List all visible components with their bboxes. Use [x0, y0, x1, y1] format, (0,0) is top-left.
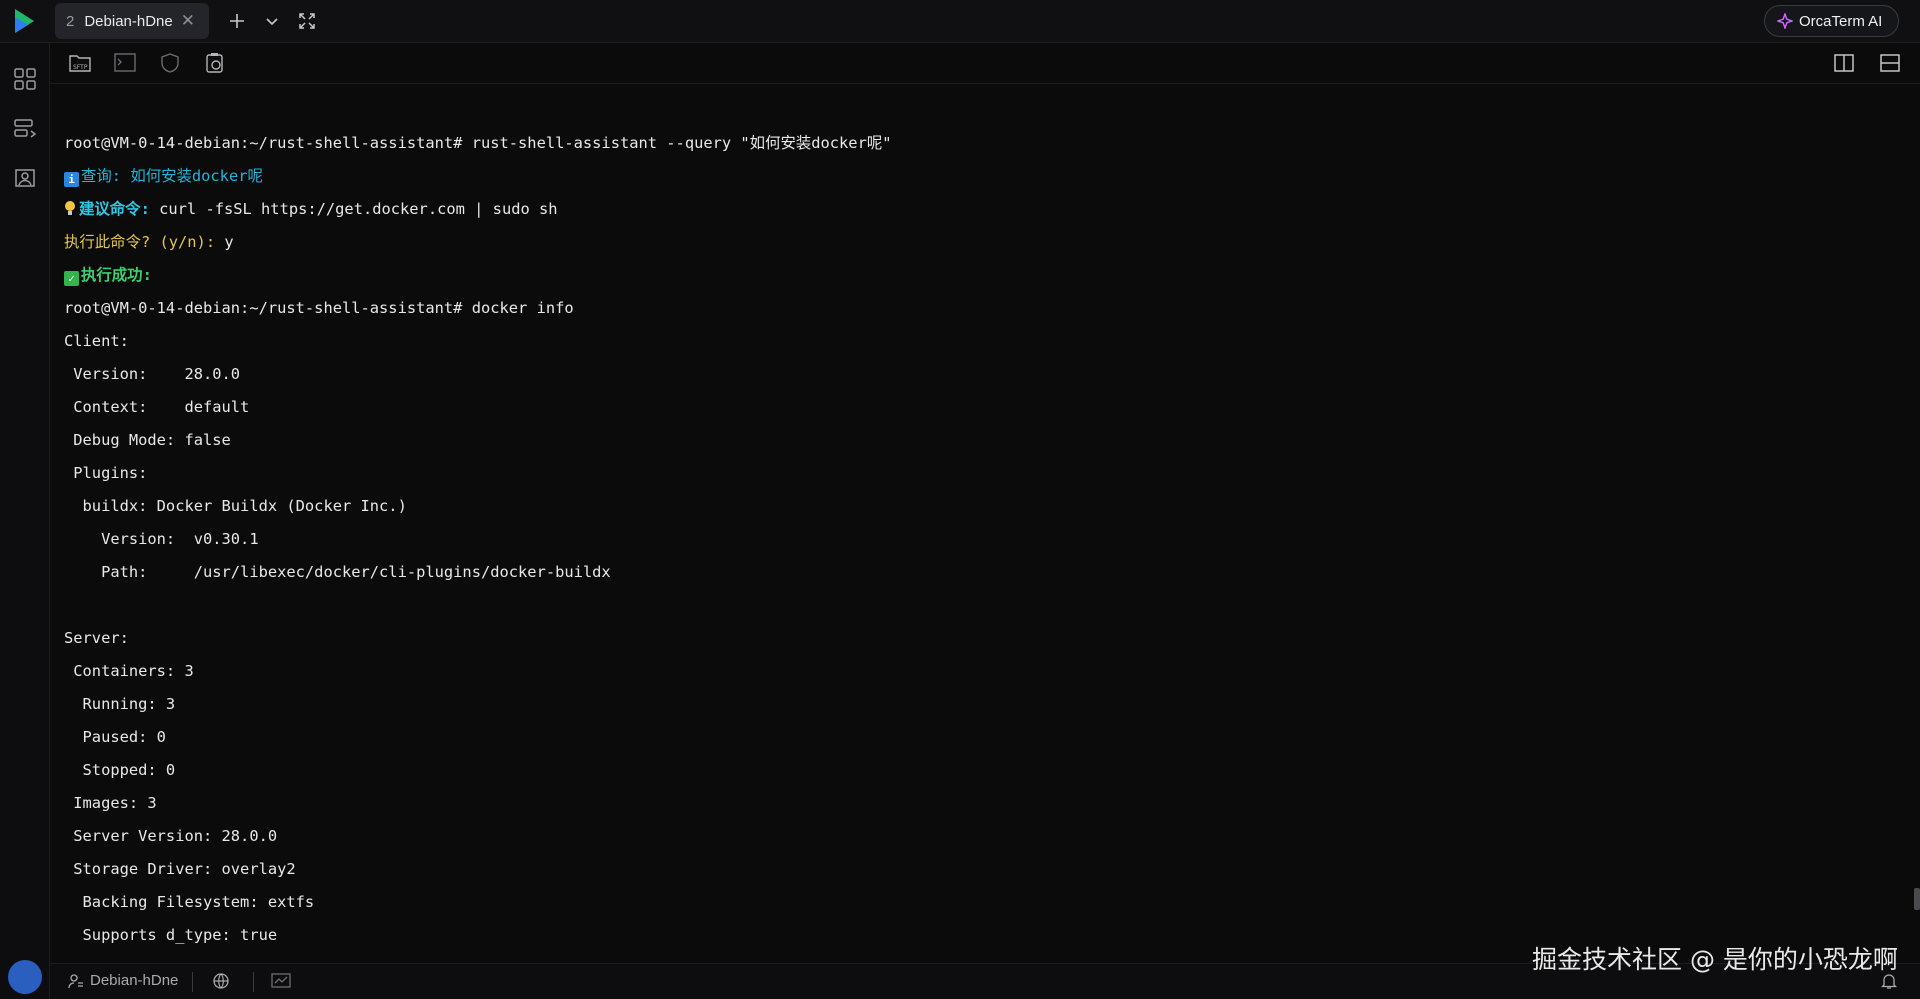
host-icon	[68, 973, 83, 988]
terminal-line: Backing Filesystem: extfs	[64, 893, 315, 911]
terminal-output[interactable]: root@VM-0-14-debian:~/rust-shell-assista…	[64, 127, 1884, 957]
host-status[interactable]: Debian-hDne	[68, 972, 178, 989]
split-horizontal-icon[interactable]	[1878, 52, 1902, 74]
terminal-line: 建议命令: curl -fsSL https://get.docker.com …	[64, 193, 1884, 226]
svg-text:SFTP: SFTP	[73, 64, 88, 71]
terminal-line: buildx: Docker Buildx (Docker Inc.)	[64, 497, 407, 515]
terminal-line: Paused: 0	[64, 728, 166, 746]
close-icon[interactable]: ✕	[181, 11, 195, 31]
terminal-line: Context: default	[64, 398, 250, 416]
tab-number: 2	[66, 12, 75, 30]
host-label: Debian-hDne	[90, 972, 179, 989]
terminal-line: i 查询: 如何安装docker呢	[64, 160, 1884, 193]
ai-button-label: OrcaTerm AI	[1799, 12, 1883, 30]
terminal-line: Running: 3	[64, 695, 176, 713]
ai-sparkle-icon	[1777, 13, 1793, 29]
monitor-icon[interactable]	[271, 972, 291, 990]
info-icon: i	[64, 172, 79, 187]
terminal-toolbar: SFTP	[50, 43, 1920, 84]
sftp-icon[interactable]: SFTP	[68, 52, 92, 74]
terminal-line: Plugins:	[64, 464, 148, 482]
terminal-icon[interactable]	[113, 52, 137, 74]
terminal-line: Server:	[64, 629, 129, 647]
tab-debian[interactable]: 2 Debian-hDne ✕	[55, 3, 209, 39]
shield-icon[interactable]	[158, 52, 182, 74]
orcaterm-ai-button[interactable]: OrcaTerm AI	[1764, 5, 1899, 37]
fullscreen-icon[interactable]	[295, 9, 319, 33]
terminal-line: Containers: 3	[64, 662, 194, 680]
terminal-line: Debug Mode: false	[64, 431, 231, 449]
terminal-line: Version: v0.30.1	[64, 530, 259, 548]
add-tab-icon[interactable]	[225, 9, 249, 33]
title-bar: 2 Debian-hDne ✕ OrcaTerm AI	[0, 0, 1920, 43]
lightbulb-icon	[65, 201, 75, 215]
terminal-line: root@VM-0-14-debian:~/rust-shell-assista…	[64, 134, 892, 152]
app-logo[interactable]	[12, 7, 38, 35]
scrollbar-thumb[interactable]	[1914, 888, 1920, 910]
terminal-line: Path: /usr/libexec/docker/cli-plugins/do…	[64, 563, 611, 581]
divider	[253, 972, 254, 992]
tab-title: Debian-hDne	[84, 12, 173, 30]
server-list-icon[interactable]	[12, 116, 38, 142]
dashboard-icon[interactable]	[12, 66, 38, 92]
terminal-line: root@VM-0-14-debian:~/rust-shell-assista…	[64, 299, 574, 317]
clipboard-icon[interactable]	[203, 52, 227, 74]
terminal-line: 执行此命令? (y/n): y	[64, 233, 234, 251]
avatar[interactable]	[8, 960, 42, 994]
watermark: 掘金技术社区 @ 是你的小恐龙啊	[1532, 945, 1898, 974]
profile-icon[interactable]	[12, 165, 38, 191]
terminal-line: Stopped: 0	[64, 761, 176, 779]
chevron-down-icon[interactable]	[260, 9, 284, 33]
checkmark-icon: ✓	[64, 271, 79, 286]
terminal-line: Version: 28.0.0	[64, 365, 241, 383]
divider	[192, 972, 193, 992]
globe-icon[interactable]	[212, 972, 230, 990]
terminal-line: Client:	[64, 332, 129, 350]
terminal-line: Storage Driver: overlay2	[64, 860, 296, 878]
split-vertical-icon[interactable]	[1832, 52, 1856, 74]
left-sidebar	[0, 43, 50, 999]
terminal-line: Images: 3	[64, 794, 157, 812]
terminal-line: ✓ 执行成功:	[64, 259, 1884, 292]
terminal-line: Server Version: 28.0.0	[64, 827, 278, 845]
